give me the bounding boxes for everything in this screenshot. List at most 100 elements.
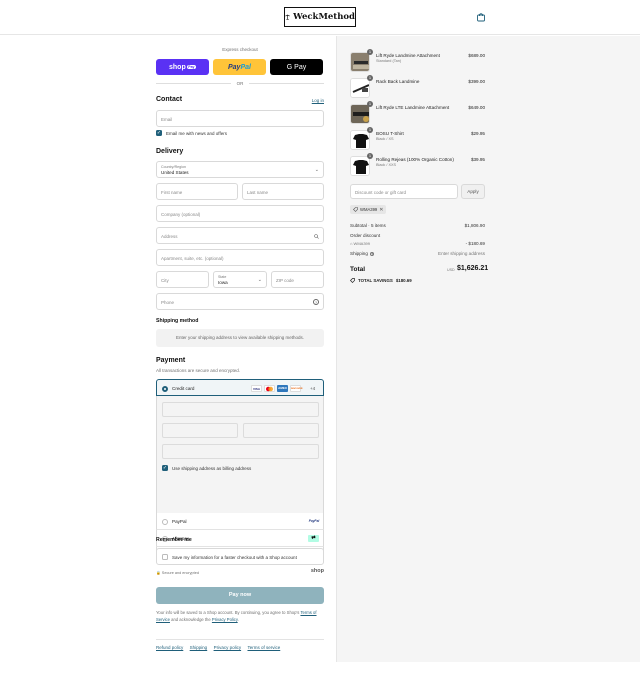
paypal-express-button[interactable]: Pay Pal — [213, 59, 266, 75]
first-name-field[interactable]: First name — [156, 183, 238, 200]
google-pay-button[interactable]: G Pay — [270, 59, 323, 75]
country-label: Country/Region — [161, 164, 186, 169]
billing-same-checkbox[interactable]: ✓ — [162, 465, 168, 471]
paypal-pay-text: Pay — [228, 63, 241, 71]
product-thumbnail — [350, 104, 370, 124]
subtotal-value: $1,806.90 — [464, 223, 485, 228]
remember-me-checkbox[interactable] — [162, 554, 168, 560]
help-icon[interactable]: ? — [313, 298, 319, 305]
paypal-pal-text: Pal — [240, 63, 251, 71]
zip-field[interactable]: ZIP code — [271, 271, 324, 288]
discount-value: - $180.69 — [465, 241, 485, 246]
discount-chip: WMA399 ✕ — [350, 205, 387, 214]
paypal-option[interactable]: PayPal PayPal — [156, 513, 324, 530]
terms-of-service-link[interactable]: Terms of service — [247, 645, 280, 650]
credit-card-radio[interactable] — [162, 385, 168, 392]
fineprint-text: . — [237, 617, 239, 622]
shipping-method-title: Shipping method — [156, 318, 199, 324]
address-field[interactable]: Address — [156, 227, 324, 244]
email-field[interactable]: Email — [156, 110, 324, 127]
apartment-placeholder: Apartment, suite, etc. (optional) — [161, 255, 224, 261]
afterpay-icon: ⇄ — [308, 535, 319, 542]
more-cards-label: +4 — [310, 386, 316, 391]
privacy-link[interactable]: Privacy Policy — [212, 617, 238, 622]
search-icon — [314, 234, 319, 239]
product-name: Rack Back Landmine — [376, 79, 420, 84]
store-logo[interactable]: WeckMethod — [284, 7, 356, 27]
order-summary: 1 Lift Ryde Landmine Attachment Standard… — [336, 36, 640, 662]
phone-field[interactable]: Phone ? — [156, 293, 324, 310]
footer-links: Refund policy Shipping Privacy policy Te… — [156, 639, 324, 651]
product-variant: Standard (Tan) — [376, 59, 402, 63]
remember-me-box[interactable]: Save my information for a faster checkou… — [156, 548, 324, 565]
login-link[interactable]: Log in — [312, 98, 324, 103]
refund-policy-link[interactable]: Refund policy — [156, 645, 183, 650]
help-icon[interactable]: ? — [370, 252, 375, 256]
apply-discount-button[interactable]: Apply — [461, 184, 485, 199]
credit-card-option[interactable]: Credit card VISA AMEX DISCOVER +4 — [156, 379, 324, 396]
discount-code-label: WMA399 — [353, 241, 370, 246]
summary-item: 1 Rack Back Landmine $399.00 — [350, 75, 485, 98]
remove-discount-icon[interactable]: ✕ — [379, 207, 383, 213]
pay-now-button[interactable]: Pay now — [156, 587, 324, 604]
savings-label: TOTAL SAVINGS — [358, 278, 393, 283]
shipping-method-placeholder: Enter your shipping address to view avai… — [156, 329, 324, 347]
shop-logo: shop — [310, 568, 324, 574]
order-discount-label: Order discount — [350, 233, 381, 238]
shop-pay-text: shop — [169, 63, 186, 71]
payment-title: Payment — [156, 357, 186, 364]
summary-item: 1 Rolling Rejeas (100% Organic Cotton) B… — [350, 153, 485, 176]
remember-me-title: Remember me — [156, 537, 192, 543]
remember-me-label: Save my information for a faster checkou… — [172, 555, 297, 560]
phone-placeholder: Phone — [161, 299, 175, 305]
savings-value: $180.69 — [395, 278, 412, 283]
city-placeholder: City — [161, 277, 169, 283]
credit-card-label: Credit card — [172, 386, 195, 391]
shop-pay-button[interactable]: shop Pay — [156, 59, 209, 75]
product-name: Rolling Rejeas (100% Organic Cotton) — [376, 157, 454, 162]
fineprint-text: and acknowledge the — [171, 617, 211, 622]
discount-code-input[interactable]: Discount code or gift card — [350, 184, 458, 199]
name-on-card-field[interactable] — [162, 444, 319, 459]
city-field[interactable]: City — [156, 271, 209, 288]
card-number-field[interactable] — [162, 402, 319, 417]
security-code-field[interactable] — [243, 423, 319, 438]
summary-item: 1 BOSU T-Shirt Black / XS $29.95 — [350, 127, 485, 150]
paypal-label: PayPal — [172, 519, 187, 524]
chevron-down-icon: ⌄ — [314, 167, 319, 173]
state-select[interactable]: State Iowa ⌄ — [213, 271, 267, 288]
lock-icon: 🔒 — [156, 571, 161, 575]
secure-text: Secure and encrypted — [161, 571, 199, 575]
company-field[interactable]: Company (optional) — [156, 205, 324, 222]
country-select[interactable]: Country/Region United States ⌄ — [156, 161, 324, 178]
total-label: Total — [350, 266, 366, 273]
product-name: BOSU T-Shirt — [376, 131, 404, 136]
quantity-badge: 1 — [367, 127, 373, 133]
shipping-link[interactable]: Shipping — [190, 645, 208, 650]
newsletter-checkbox[interactable]: ✓ — [156, 130, 162, 136]
or-divider: OR — [156, 80, 324, 86]
quantity-badge: 1 — [367, 153, 373, 159]
shopping-bag-icon[interactable] — [476, 12, 486, 22]
apartment-field[interactable]: Apartment, suite, etc. (optional) — [156, 249, 324, 266]
product-price: $649.00 — [468, 105, 485, 110]
product-name: Lift Ryde Landmine Attachment — [376, 53, 440, 58]
subtotal-row: Subtotal · 5 items $1,806.90 — [350, 223, 485, 228]
visa-icon: VISA — [251, 385, 262, 392]
product-price: $689.00 — [468, 53, 485, 58]
quantity-badge: 1 — [367, 75, 373, 81]
last-name-field[interactable]: Last name — [242, 183, 324, 200]
privacy-policy-link[interactable]: Privacy policy — [214, 645, 242, 650]
logo-icon — [285, 14, 290, 20]
product-name: Lift Ryde LTE Landmine Attachment — [376, 105, 450, 110]
amex-icon: AMEX — [277, 385, 288, 392]
country-value: United States — [161, 170, 189, 175]
page-bottom — [0, 662, 640, 690]
logo-text: WeckMethod — [293, 12, 355, 22]
discount-chip-code: WMA399 — [360, 207, 378, 212]
product-thumbnail — [350, 130, 370, 150]
chevron-down-icon: ⌄ — [257, 277, 262, 283]
expiry-field[interactable] — [162, 423, 238, 438]
subtotal-label: Subtotal · 5 items — [350, 223, 386, 228]
paypal-radio[interactable] — [162, 518, 168, 525]
